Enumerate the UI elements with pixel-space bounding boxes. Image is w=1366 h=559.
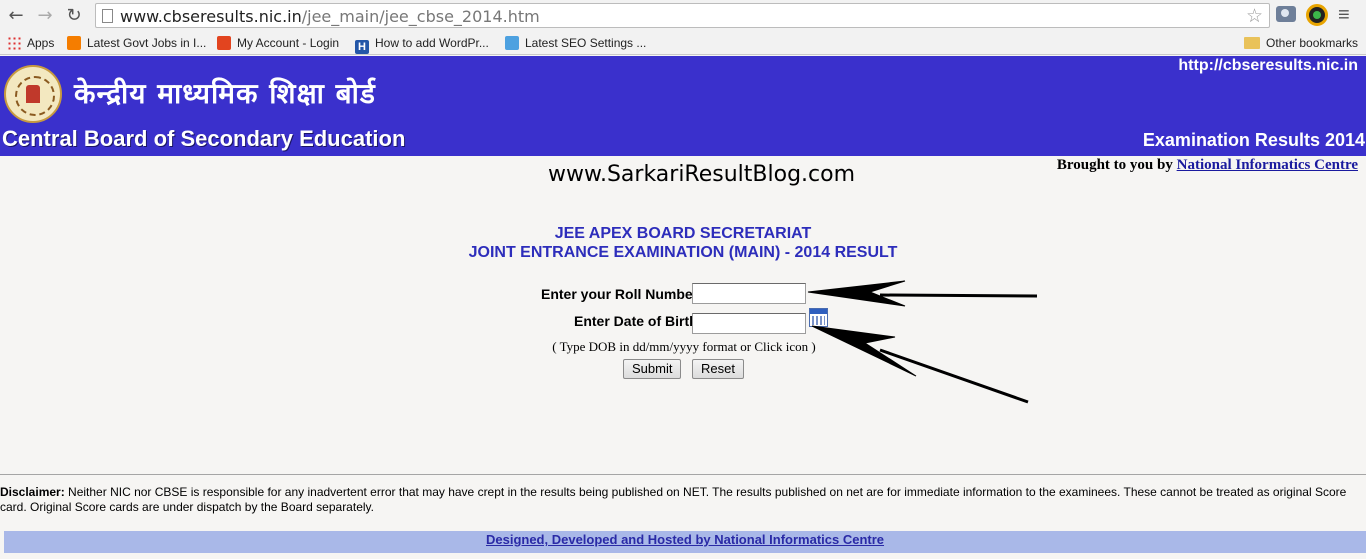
blogger-icon [505, 36, 519, 50]
roll-number-label: Enter your Roll Number [541, 286, 699, 302]
dob-input[interactable] [692, 313, 806, 334]
bookmark-apps[interactable]: Apps [7, 35, 54, 51]
roll-number-input[interactable] [692, 283, 806, 304]
apps-icon [7, 36, 21, 50]
calendar-icon[interactable] [809, 308, 828, 327]
reset-button[interactable]: Reset [692, 359, 744, 379]
bookmark-govt-jobs[interactable]: Latest Govt Jobs in I... [67, 35, 206, 51]
bookmark-star-icon[interactable]: ☆ [1246, 5, 1263, 28]
arrow-dob [811, 325, 1029, 404]
arrow-roll-number [807, 280, 1038, 307]
bookmark-my-account[interactable]: My Account - Login [217, 35, 339, 51]
extension-icon[interactable] [1306, 4, 1328, 26]
bookmarks-bar: Apps Latest Govt Jobs in I... My Account… [0, 31, 1366, 55]
forward-icon[interactable]: → [34, 5, 56, 27]
page-icon [102, 9, 113, 23]
blogger-icon [67, 36, 81, 50]
submit-button[interactable]: Submit [623, 359, 682, 379]
site-header: केन्द्रीय माध्यमिक शिक्षा बोर्ड http://c… [0, 56, 1366, 156]
menu-icon[interactable]: ≡ [1338, 5, 1350, 25]
footer-link[interactable]: Designed, Developed and Hosted by Nation… [486, 532, 884, 547]
watermark: www.SarkariResultBlog.com [548, 162, 856, 187]
page-subtitle: JOINT ENTRANCE EXAMINATION (MAIN) - 2014… [468, 244, 898, 261]
camera-extension-icon[interactable] [1276, 6, 1296, 22]
exam-results-title: Examination Results 2014 [1142, 130, 1365, 150]
url-text: www.cbseresults.nic.in/jee_main/jee_cbse… [120, 7, 540, 26]
disclaimer-text: Neither NIC nor CBSE is responsible for … [0, 485, 1347, 514]
divider [0, 474, 1366, 475]
cbse-logo [4, 65, 62, 123]
page-title: JEE APEX BOARD SECRETARIAT [554, 225, 812, 242]
brought-by-text: Brought to you by [1056, 157, 1173, 173]
hindi-title: केन्द्रीय माध्यमिक शिक्षा बोर्ड [74, 77, 376, 110]
dob-label: Enter Date of Birth [574, 313, 698, 329]
brought-by: Brought to you by National Informatics C… [1057, 157, 1358, 174]
nic-link[interactable]: National Informatics Centre [1177, 157, 1358, 173]
disclaimer: Disclaimer: Neither NIC nor CBSE is resp… [0, 485, 1350, 515]
folder-icon [1244, 37, 1260, 49]
reload-icon[interactable]: ↻ [63, 5, 85, 27]
back-icon[interactable]: ← [5, 5, 27, 27]
footer: Designed, Developed and Hosted by Nation… [4, 531, 1366, 553]
address-bar[interactable]: www.cbseresults.nic.in/jee_main/jee_cbse… [95, 3, 1270, 28]
dob-hint: ( Type DOB in dd/mm/yyyy format or Click… [552, 339, 816, 354]
h-icon: H [355, 40, 369, 54]
browser-toolbar: ← → ↻ www.cbseresults.nic.in/jee_main/je… [0, 0, 1366, 31]
my-account-icon [217, 36, 231, 50]
site-url: http://cbseresults.nic.in [1178, 57, 1358, 74]
disclaimer-label: Disclaimer: [0, 485, 65, 499]
bookmark-wordpress[interactable]: H How to add WordPr... [355, 35, 489, 54]
bookmark-seo-settings[interactable]: Latest SEO Settings ... [505, 35, 646, 51]
board-name: Central Board of Secondary Education [2, 126, 406, 151]
other-bookmarks[interactable]: Other bookmarks [1244, 35, 1358, 51]
